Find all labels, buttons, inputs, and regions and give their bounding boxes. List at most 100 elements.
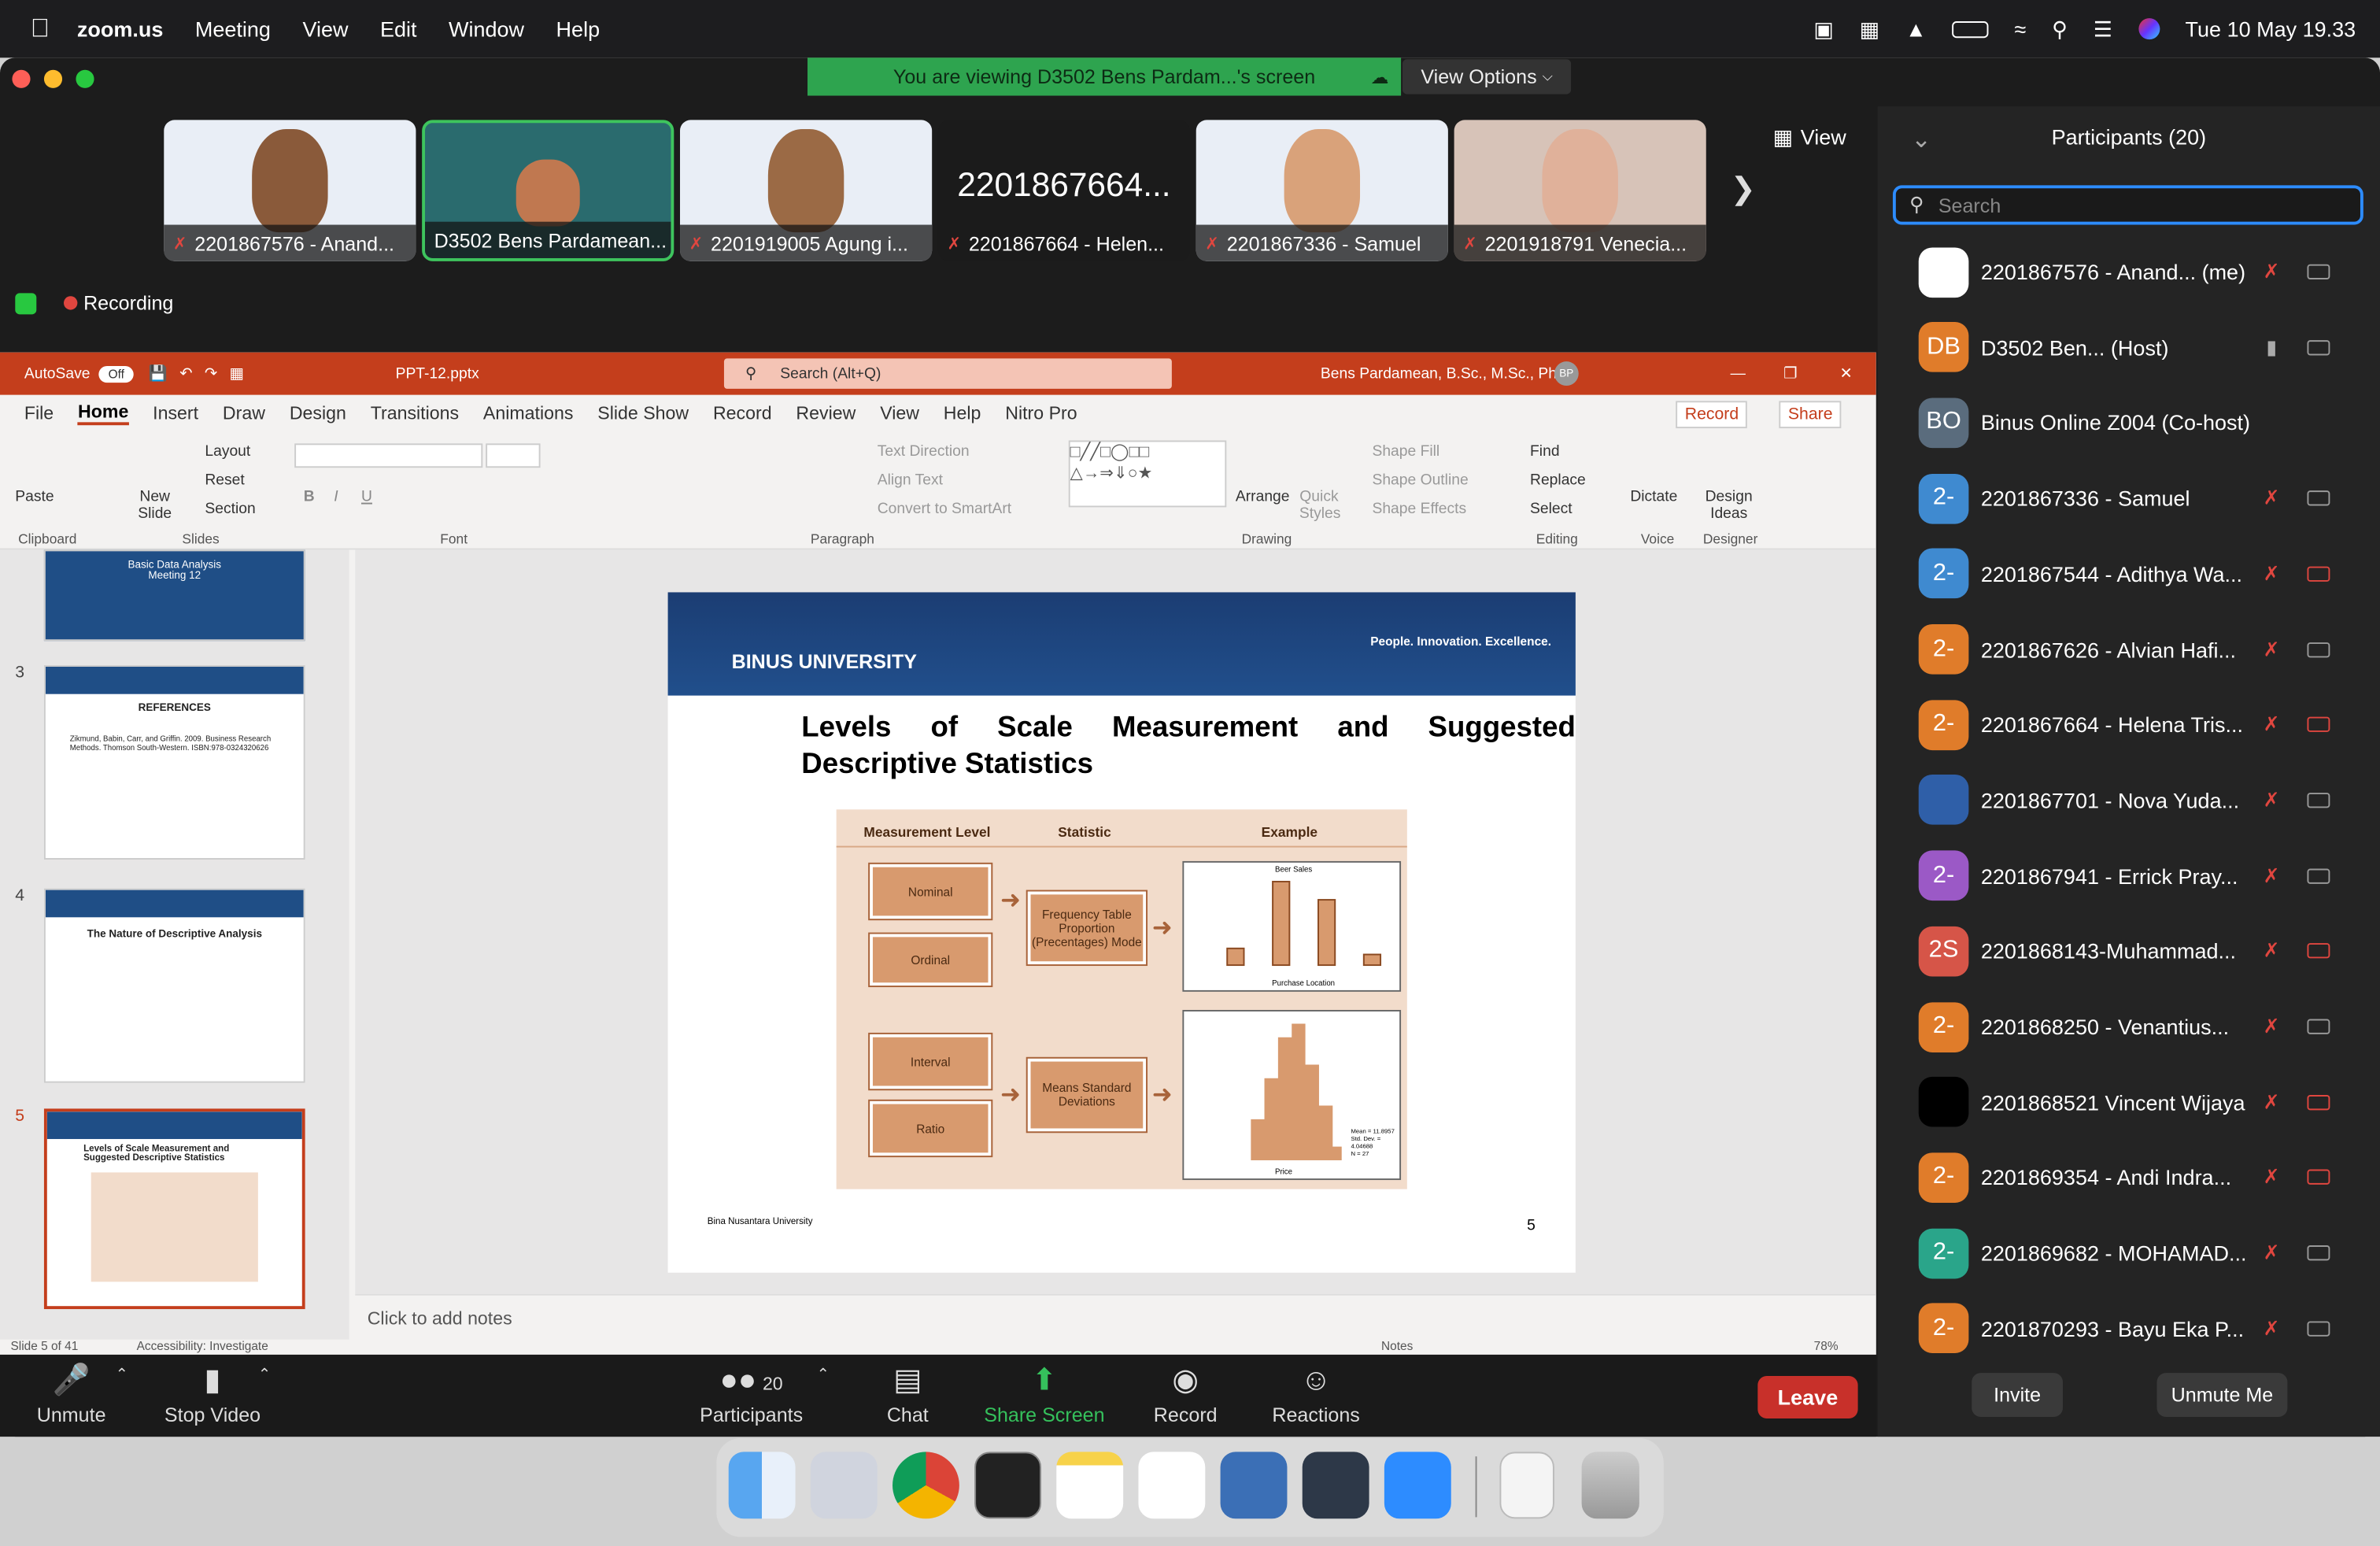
participant-row[interactable]: DB D3502 Ben... (Host) ▮ [1878, 309, 2380, 385]
dictate-button[interactable]: Dictate [1630, 489, 1677, 505]
font-icon[interactable]: ▲ [1905, 17, 1927, 41]
video-tile[interactable]: 2201867664... ✗ 2201867664 - Helen... [937, 120, 1191, 261]
new-slide-button[interactable]: New Slide [134, 489, 176, 522]
spotlight-icon[interactable]: ⚲ [2052, 16, 2068, 42]
convert-smartart-button[interactable]: Convert to SmartArt [878, 501, 1011, 518]
record-button[interactable]: ◉ Record [1148, 1358, 1223, 1426]
siri-icon[interactable] [2138, 18, 2160, 40]
participant-row[interactable]: 2201868521 Vincent Wijaya ✗ [1878, 1064, 2380, 1140]
reactions-button[interactable]: ☺ Reactions [1269, 1358, 1363, 1426]
chrome-icon[interactable] [893, 1452, 959, 1519]
clock[interactable]: Tue 10 May 19.33 [2186, 17, 2356, 41]
autosave-toggle[interactable]: Off [99, 364, 134, 383]
maximize-window-button[interactable] [76, 69, 94, 88]
shape-effects-button[interactable]: Shape Effects [1372, 501, 1466, 518]
participant-row[interactable]: 2- 2201869354 - Andi Indra... ✗ [1878, 1140, 2380, 1215]
shape-fill-button[interactable]: Shape Fill [1372, 443, 1439, 460]
menu-meeting[interactable]: Meeting [195, 17, 271, 41]
slide[interactable]: BINUS UNIVERSITY People. Innovation. Exc… [667, 592, 1576, 1273]
save-icon[interactable]: 💾 [149, 365, 168, 382]
quick-styles-button[interactable]: Quick Styles [1299, 489, 1341, 522]
replace-button[interactable]: Replace [1530, 472, 1586, 489]
control-center-icon[interactable]: ☰ [2094, 16, 2112, 42]
reset-button[interactable]: Reset [205, 472, 244, 489]
slide-thumbnail[interactable]: The Nature of Descriptive Analysis [43, 888, 305, 1083]
participant-row[interactable]: 2- 2201868250 - Venantius... ✗ [1878, 989, 2380, 1064]
video-tile-active-speaker[interactable]: D3502 Bens Pardamean... [422, 120, 674, 261]
caret-up-icon[interactable]: ⌃ [817, 1367, 830, 1383]
participant-row[interactable]: 2- 2201867544 - Adithya Wa... ✗ [1878, 536, 2380, 612]
restore-icon[interactable]: ❐ [1783, 365, 1797, 382]
redo-icon[interactable]: ↷ [205, 365, 217, 382]
close-icon[interactable]: ✕ [1839, 365, 1852, 382]
cloud-app-icon[interactable] [1302, 1452, 1369, 1519]
tab-design[interactable]: Design [290, 402, 346, 423]
unmute-me-button[interactable]: Unmute Me [2156, 1373, 2288, 1418]
tab-nitro-pro[interactable]: Nitro Pro [1005, 402, 1077, 423]
slide-thumbnail-selected[interactable]: Levels of Scale Measurement and Suggeste… [43, 1108, 305, 1310]
launchpad-icon[interactable] [810, 1452, 878, 1519]
slide-thumbnail[interactable]: REFERENCES Zikmund, Babin, Carr, and Gri… [43, 665, 305, 860]
apple-icon[interactable]:  [31, 13, 50, 44]
zoom-level[interactable]: 78% [1814, 1340, 1839, 1353]
user-avatar[interactable]: BP [1554, 361, 1579, 386]
tab-draw[interactable]: Draw [223, 402, 265, 423]
slack-icon[interactable] [1138, 1452, 1206, 1519]
font-size-box[interactable] [486, 443, 541, 468]
slide-thumbnail[interactable]: Basic Data Analysis Meeting 12 [43, 549, 305, 642]
font-name-box[interactable] [294, 443, 483, 468]
minimize-icon[interactable]: — [1731, 365, 1746, 382]
present-icon[interactable]: ▦ [229, 365, 243, 382]
zoom-status-icon[interactable]: ▣ [1813, 16, 1834, 42]
participants-button[interactable]: ●● 20 Participants [695, 1358, 808, 1426]
participant-row[interactable]: 2- 2201867626 - Alvian Hafi... ✗ [1878, 612, 2380, 687]
text-direction-button[interactable]: Text Direction [878, 443, 970, 460]
trash-icon[interactable] [1581, 1452, 1639, 1519]
tab-insert[interactable]: Insert [153, 402, 198, 423]
wifi-icon[interactable]: ≈ [2015, 17, 2027, 41]
section-button[interactable]: Section [205, 501, 255, 518]
italic-icon[interactable]: I [334, 489, 338, 505]
finder-icon[interactable] [728, 1452, 796, 1519]
unmute-button[interactable]: 🎤 Unmute [33, 1358, 109, 1426]
participant-row[interactable]: 2201867701 - Nova Yuda... ✗ [1878, 762, 2380, 838]
notes-button[interactable]: Notes [1381, 1340, 1413, 1353]
participant-row[interactable]: 2- 2201867664 - Helena Tris... ✗ [1878, 686, 2380, 762]
menu-view[interactable]: View [302, 17, 348, 41]
chat-button[interactable]: ▤ Chat [878, 1358, 938, 1426]
bold-icon[interactable]: B [304, 489, 315, 505]
tab-view[interactable]: View [880, 402, 919, 423]
find-button[interactable]: Find [1530, 443, 1560, 460]
share-ribbon-button[interactable]: Share [1779, 401, 1842, 429]
file-name[interactable]: PPT-12.pptx [396, 365, 479, 382]
battery-icon[interactable] [1952, 20, 1989, 38]
tab-record[interactable]: Record [713, 402, 772, 423]
tab-help[interactable]: Help [944, 402, 981, 423]
menu-edit[interactable]: Edit [380, 17, 417, 41]
next-page-chevron-icon[interactable]: ❯ [1731, 170, 1756, 208]
video-tile[interactable]: ✗ 2201867576 - Anand... [164, 120, 416, 261]
video-tile[interactable]: ✗ 2201919005 Agung i... [680, 120, 933, 261]
layout-button[interactable]: Layout [205, 443, 250, 460]
terminal-icon[interactable] [974, 1452, 1042, 1519]
participant-row[interactable]: 2- 2201869682 - MOHAMAD... ✗ [1878, 1215, 2380, 1291]
ppt-search[interactable]: ⚲ Search (Alt+Q) [723, 358, 1172, 389]
share-screen-button[interactable]: ⬆ Share Screen [981, 1358, 1108, 1426]
shape-outline-button[interactable]: Shape Outline [1372, 472, 1468, 489]
shapes-gallery[interactable]: □╱╱□◯□□ △→⇒⇓○★ [1068, 440, 1227, 508]
design-ideas-button[interactable]: Design Ideas [1703, 489, 1755, 522]
notes-icon[interactable] [1056, 1452, 1124, 1519]
leave-button[interactable]: Leave [1757, 1375, 1858, 1418]
select-button[interactable]: Select [1530, 501, 1572, 518]
stop-video-button[interactable]: ▮ Stop Video [158, 1358, 268, 1426]
tab-review[interactable]: Review [796, 402, 856, 423]
align-text-button[interactable]: Align Text [878, 472, 943, 489]
video-tile[interactable]: ✗ 2201918791 Venecia... [1454, 120, 1706, 261]
tab-animations[interactable]: Animations [483, 402, 574, 423]
caret-up-icon[interactable]: ⌃ [116, 1367, 128, 1383]
vpn-icon[interactable]: ▦ [1860, 16, 1880, 42]
zoom-icon[interactable] [1384, 1452, 1451, 1519]
paste-button[interactable]: Paste [15, 489, 54, 505]
accessibility-status[interactable]: Accessibility: Investigate [137, 1340, 268, 1353]
participant-row[interactable]: BO Binus Online Z004 (Co-host) [1878, 385, 2380, 460]
